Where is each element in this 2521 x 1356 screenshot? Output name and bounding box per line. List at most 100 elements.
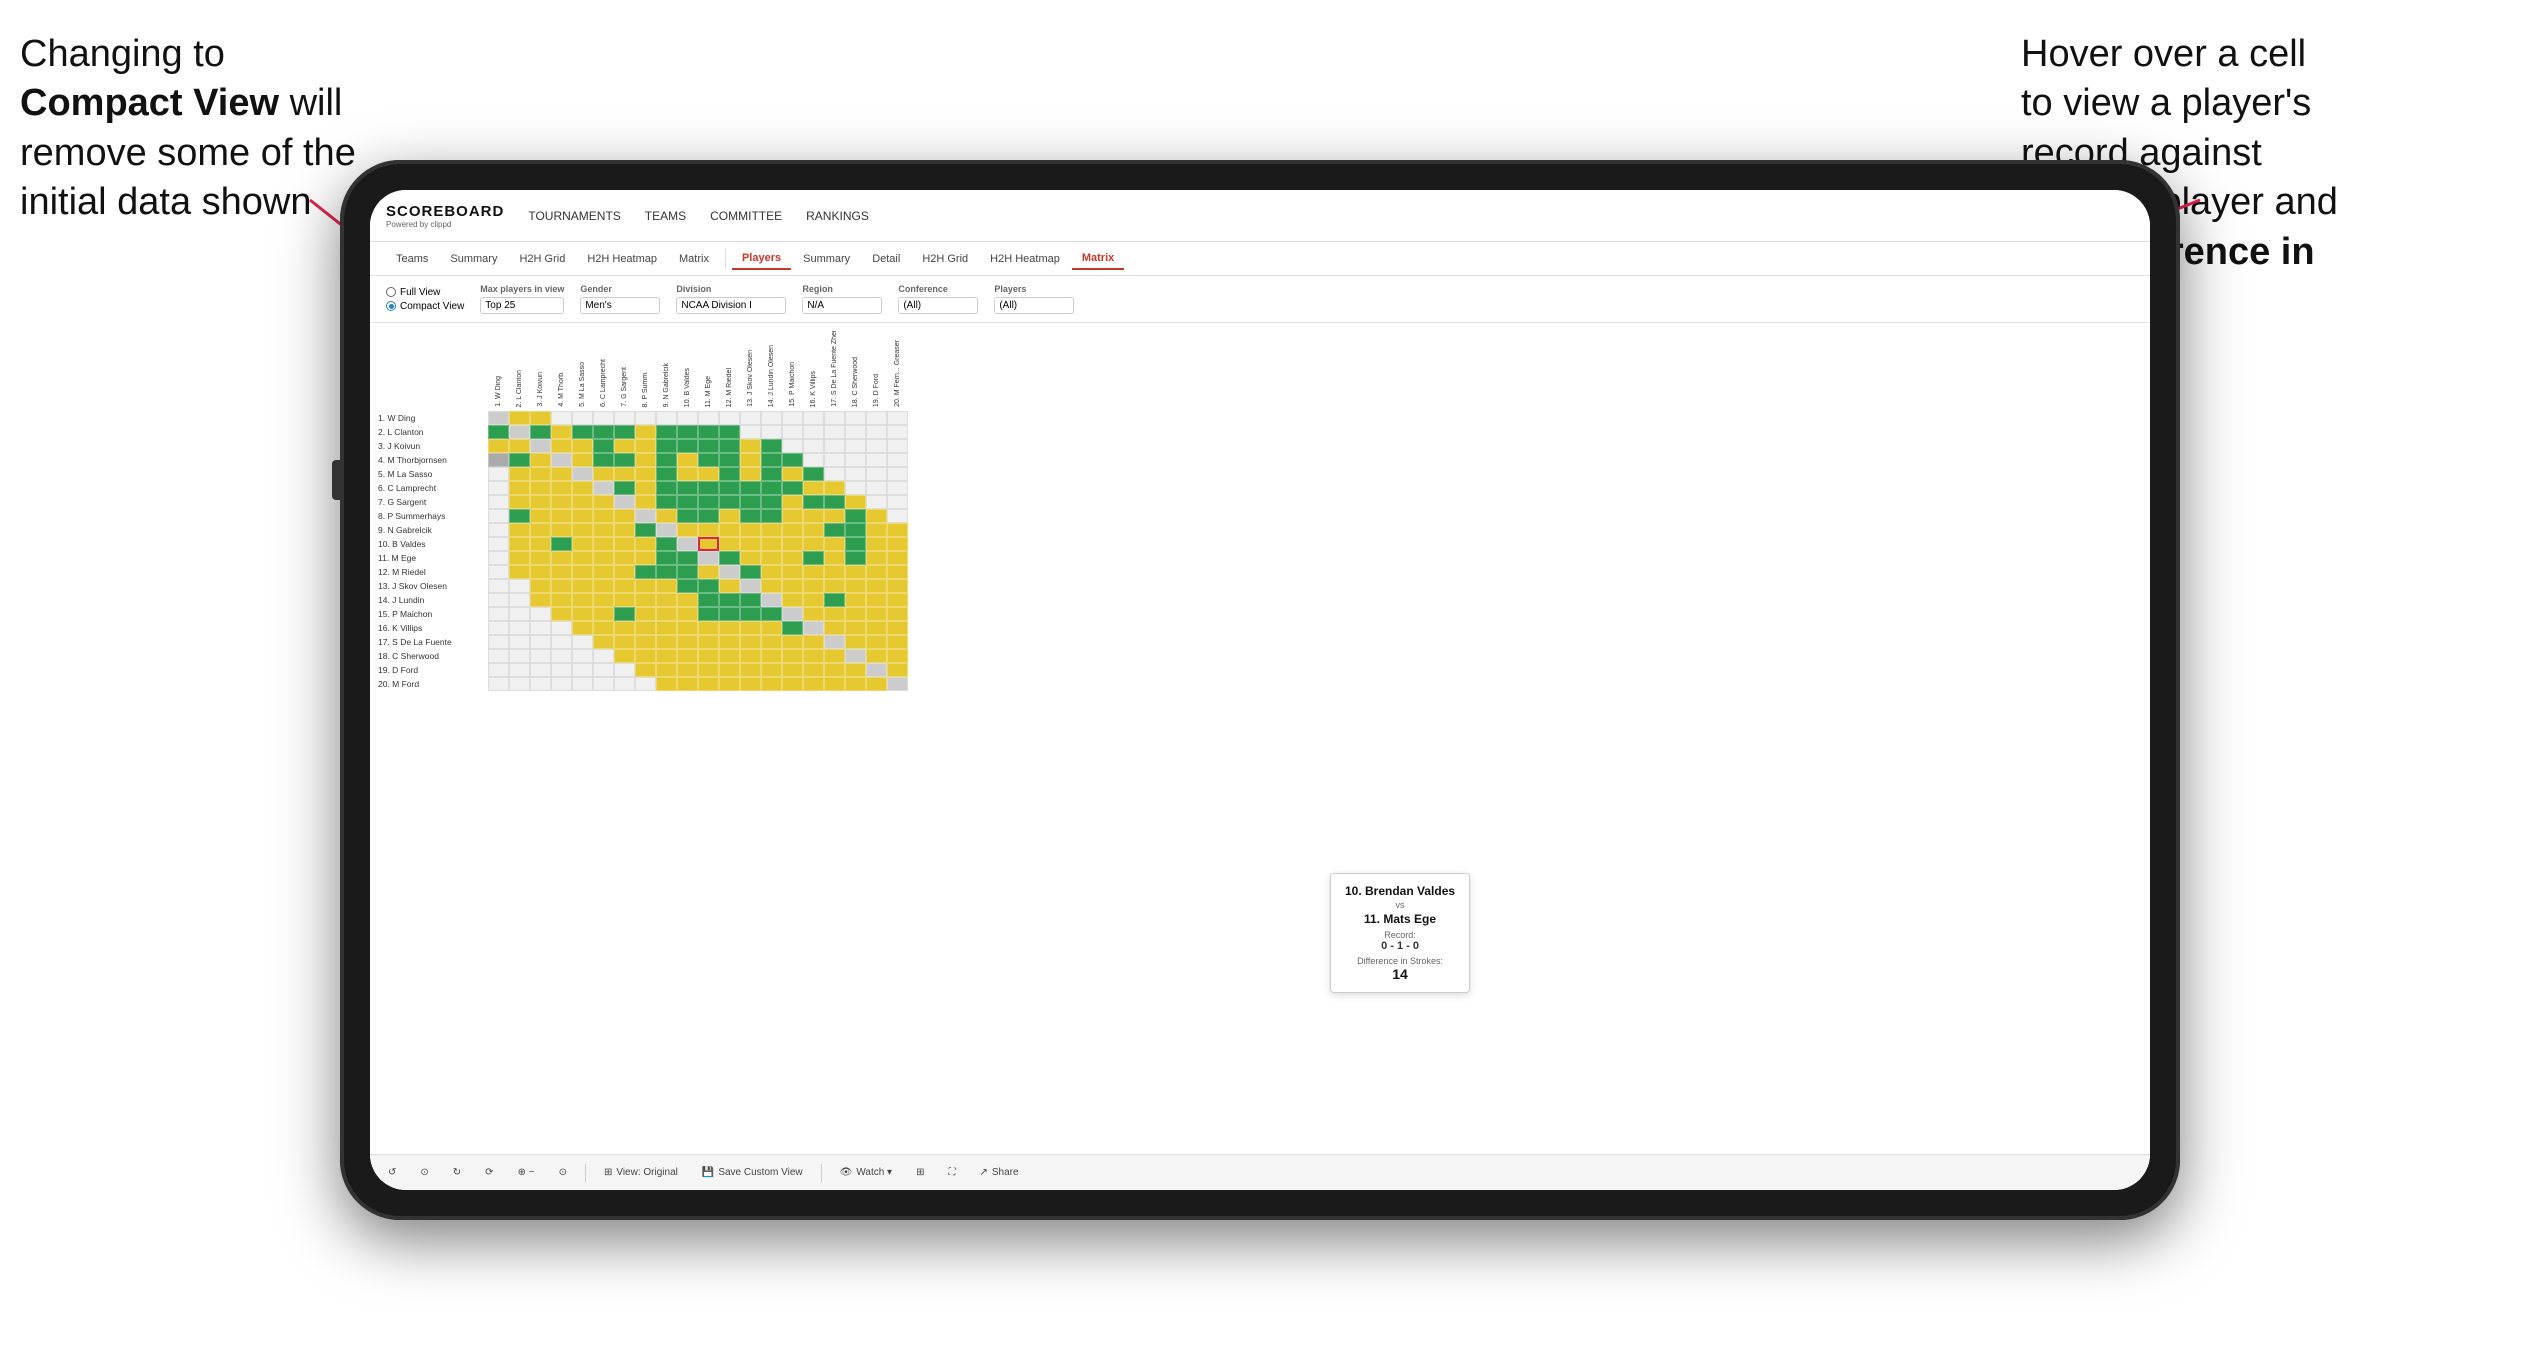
cell-13-19[interactable] (866, 579, 887, 593)
cell-6-12[interactable] (719, 481, 740, 495)
cell-11-2[interactable] (509, 551, 530, 565)
cell-8-19[interactable] (866, 509, 887, 523)
cell-11-12[interactable] (719, 551, 740, 565)
cell-18-10[interactable] (677, 649, 698, 663)
cell-7-14[interactable] (761, 495, 782, 509)
cell-17-20[interactable] (887, 635, 908, 649)
cell-6-13[interactable] (740, 481, 761, 495)
max-players-select[interactable]: Top 25 (480, 297, 564, 314)
cell-18-11[interactable] (698, 649, 719, 663)
cell-19-7[interactable] (614, 663, 635, 677)
cell-15-7[interactable] (614, 607, 635, 621)
cell-15-12[interactable] (719, 607, 740, 621)
cell-14-1[interactable] (488, 593, 509, 607)
nav-committee[interactable]: COMMITTEE (710, 209, 782, 223)
cell-16-6[interactable] (593, 621, 614, 635)
cell-13-14[interactable] (761, 579, 782, 593)
cell-19-8[interactable] (635, 663, 656, 677)
cell-3-7[interactable] (614, 439, 635, 453)
cell-20-16[interactable] (803, 677, 824, 691)
cell-6-18[interactable] (845, 481, 866, 495)
cell-20-5[interactable] (572, 677, 593, 691)
cell-11-20[interactable] (887, 551, 908, 565)
cell-18-14[interactable] (761, 649, 782, 663)
cell-17-15[interactable] (782, 635, 803, 649)
cell-2-12[interactable] (719, 425, 740, 439)
cell-17-12[interactable] (719, 635, 740, 649)
cell-12-18[interactable] (845, 565, 866, 579)
cell-18-6[interactable] (593, 649, 614, 663)
cell-6-20[interactable] (887, 481, 908, 495)
cell-13-6[interactable] (593, 579, 614, 593)
cell-14-3[interactable] (530, 593, 551, 607)
tab-summary-right[interactable]: Summary (793, 249, 860, 269)
tab-h2h-grid-right[interactable]: H2H Grid (912, 249, 978, 269)
cell-2-19[interactable] (866, 425, 887, 439)
cell-17-5[interactable] (572, 635, 593, 649)
cell-6-10[interactable] (677, 481, 698, 495)
cell-9-11[interactable] (698, 523, 719, 537)
cell-6-5[interactable] (572, 481, 593, 495)
cell-8-3[interactable] (530, 509, 551, 523)
cell-19-15[interactable] (782, 663, 803, 677)
cell-15-10[interactable] (677, 607, 698, 621)
cell-14-19[interactable] (866, 593, 887, 607)
cell-6-7[interactable] (614, 481, 635, 495)
cell-17-8[interactable] (635, 635, 656, 649)
cell-2-10[interactable] (677, 425, 698, 439)
cell-7-8[interactable] (635, 495, 656, 509)
cell-7-7[interactable] (614, 495, 635, 509)
cell-12-19[interactable] (866, 565, 887, 579)
cell-11-1[interactable] (488, 551, 509, 565)
cell-13-2[interactable] (509, 579, 530, 593)
cell-7-1[interactable] (488, 495, 509, 509)
cell-3-5[interactable] (572, 439, 593, 453)
cell-17-3[interactable] (530, 635, 551, 649)
cell-15-17[interactable] (824, 607, 845, 621)
cell-1-13[interactable] (740, 411, 761, 425)
cell-2-11[interactable] (698, 425, 719, 439)
cell-1-5[interactable] (572, 411, 593, 425)
cell-2-5[interactable] (572, 425, 593, 439)
cell-8-11[interactable] (698, 509, 719, 523)
cell-6-17[interactable] (824, 481, 845, 495)
cell-3-14[interactable] (761, 439, 782, 453)
cell-15-14[interactable] (761, 607, 782, 621)
cell-10-2[interactable] (509, 537, 530, 551)
cell-9-13[interactable] (740, 523, 761, 537)
cell-13-15[interactable] (782, 579, 803, 593)
cell-2-1[interactable] (488, 425, 509, 439)
cell-9-9[interactable] (656, 523, 677, 537)
zoom-control[interactable]: ⊕ − (512, 1164, 541, 1181)
cell-14-5[interactable] (572, 593, 593, 607)
cell-12-6[interactable] (593, 565, 614, 579)
cell-20-14[interactable] (761, 677, 782, 691)
cell-20-10[interactable] (677, 677, 698, 691)
cell-8-16[interactable] (803, 509, 824, 523)
cell-4-15[interactable] (782, 453, 803, 467)
cell-15-16[interactable] (803, 607, 824, 621)
cell-5-18[interactable] (845, 467, 866, 481)
cell-18-9[interactable] (656, 649, 677, 663)
cell-14-10[interactable] (677, 593, 698, 607)
cell-16-9[interactable] (656, 621, 677, 635)
cell-1-20[interactable] (887, 411, 908, 425)
cell-16-12[interactable] (719, 621, 740, 635)
cell-1-12[interactable] (719, 411, 740, 425)
full-view-radio[interactable] (386, 287, 396, 297)
cell-18-3[interactable] (530, 649, 551, 663)
cell-5-4[interactable] (551, 467, 572, 481)
cell-20-2[interactable] (509, 677, 530, 691)
cell-4-9[interactable] (656, 453, 677, 467)
cell-10-19[interactable] (866, 537, 887, 551)
cell-3-4[interactable] (551, 439, 572, 453)
cell-15-19[interactable] (866, 607, 887, 621)
compact-view-option[interactable]: Compact View (386, 301, 464, 312)
cell-18-15[interactable] (782, 649, 803, 663)
cell-6-11[interactable] (698, 481, 719, 495)
cell-19-13[interactable] (740, 663, 761, 677)
cell-7-18[interactable] (845, 495, 866, 509)
cell-15-15[interactable] (782, 607, 803, 621)
cell-11-15[interactable] (782, 551, 803, 565)
cell-16-11[interactable] (698, 621, 719, 635)
